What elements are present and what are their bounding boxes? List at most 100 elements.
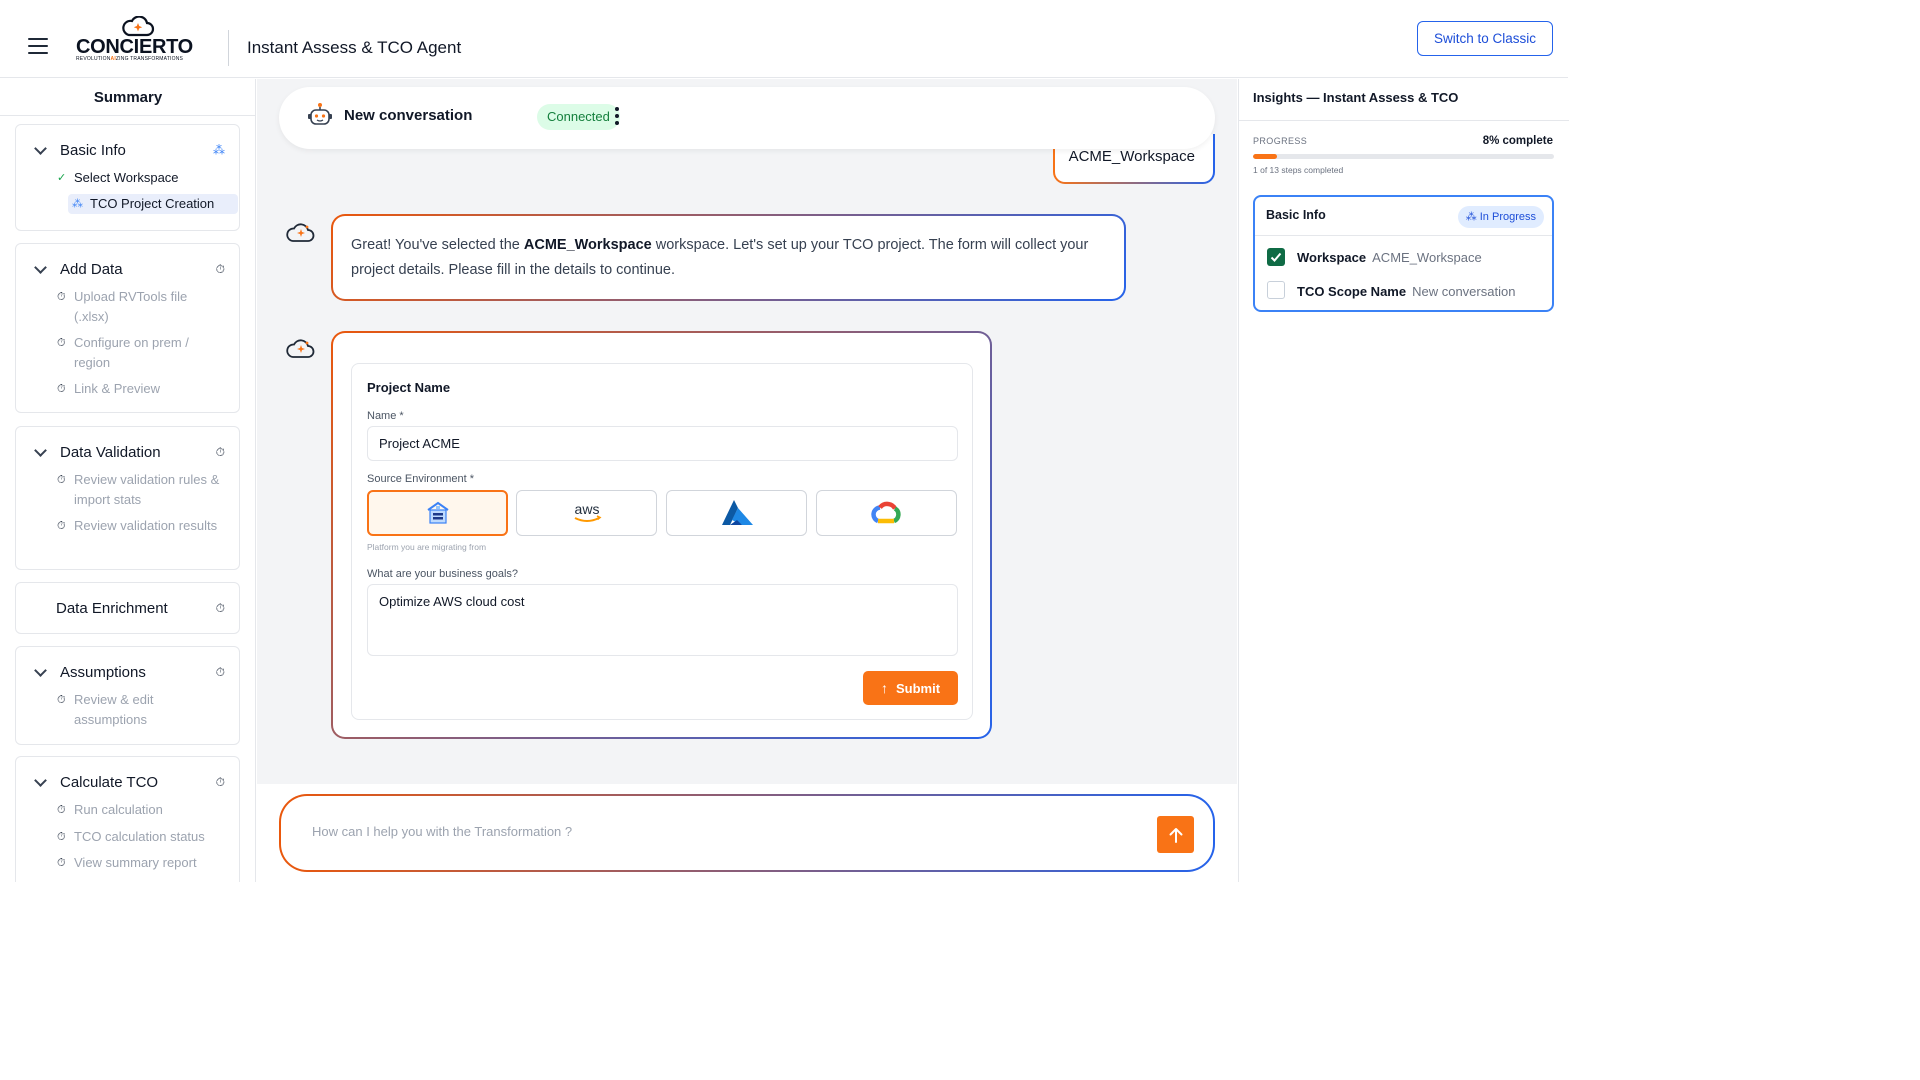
step-link-preview[interactable]: ⏱ Link & Preview — [57, 379, 224, 399]
section-header[interactable]: Calculate TCO ⏱ — [16, 757, 239, 803]
section-data-enrichment: Data Enrichment ⏱ — [15, 582, 240, 634]
switch-to-classic-button[interactable]: Switch to Classic — [1417, 21, 1553, 56]
divider — [0, 115, 255, 116]
robot-icon — [308, 103, 332, 125]
chevron-down-icon — [34, 444, 47, 457]
divider — [1255, 235, 1552, 236]
timer-icon: ⏱ — [215, 262, 225, 276]
send-button[interactable] — [1157, 816, 1194, 853]
section-header[interactable]: Basic Info ⁂ — [16, 125, 239, 171]
env-tile-azure[interactable] — [666, 490, 807, 536]
arrow-up-icon: ↑ — [880, 680, 888, 696]
timer-icon: ⏱ — [57, 804, 66, 816]
timer-icon: ⏱ — [57, 291, 66, 303]
in-progress-badge: ⁂ In Progress — [1457, 206, 1544, 228]
chat-input[interactable] — [312, 824, 1132, 839]
section-title: Add Data — [60, 261, 123, 278]
submit-button[interactable]: ↑ Submit — [863, 671, 958, 705]
name-label: Name * — [367, 410, 404, 422]
step-tco-project-creation[interactable]: ⁂ TCO Project Creation — [68, 194, 238, 214]
project-name-input[interactable] — [367, 426, 958, 461]
timer-icon: ⏱ — [215, 665, 225, 679]
gcp-logo — [870, 501, 901, 524]
section-header[interactable]: Data Validation ⏱ — [16, 427, 239, 473]
source-hint: Platform you are migrating from — [367, 542, 487, 552]
source-environment-label: Source Environment * — [367, 473, 474, 485]
step-review-validation-results[interactable]: ⏱ Review validation results — [57, 516, 224, 536]
chevron-down-icon — [34, 261, 47, 274]
timer-icon: ⏱ — [57, 857, 66, 869]
step-view-summary-report[interactable]: ⏱ View summary report — [57, 853, 224, 873]
step-upload-rvtools[interactable]: ⏱ Upload RVTools file (.xlsx) — [57, 287, 224, 327]
step-review-assumptions[interactable]: ⏱ Review & edit assumptions — [57, 690, 224, 730]
section-header[interactable]: Add Data ⏱ — [16, 244, 239, 290]
concierto-logo[interactable]: CONCIERTO REVOLUTIONAIZING TRANSFORMATIO… — [76, 16, 206, 64]
more-options-icon[interactable] — [615, 107, 619, 125]
submit-label: Submit — [895, 680, 941, 696]
business-goals-label: What are your business goals? — [367, 568, 519, 580]
chevron-down-icon — [34, 664, 47, 677]
divider — [1239, 120, 1569, 121]
timer-icon: ⏱ — [57, 831, 66, 843]
connection-status-badge: Connected — [537, 104, 620, 130]
section-title: Calculate TCO — [60, 774, 159, 791]
checkbox-tco-scope-name[interactable] — [1267, 281, 1285, 299]
ai-form-bubble: Project Name Name * Source Environment *… — [331, 331, 992, 739]
loading-icon: ⁂ — [1465, 211, 1480, 223]
section-header[interactable]: Data Enrichment ⏱ — [16, 583, 239, 629]
arrow-up-icon — [1169, 827, 1182, 843]
hamburger-menu-icon[interactable] — [28, 38, 48, 54]
env-tile-aws[interactable]: aws — [516, 490, 657, 536]
checkbox-workspace[interactable] — [1267, 248, 1285, 266]
step-tco-calculation-status[interactable]: ⏱ TCO calculation status — [57, 827, 224, 847]
progress-label: PROGRESS — [1253, 136, 1308, 146]
step-configure-region[interactable]: ⏱ Configure on prem / region — [57, 333, 224, 373]
section-title: Data Enrichment — [56, 600, 168, 617]
section-title: Assumptions — [60, 664, 146, 681]
header-divider — [228, 30, 229, 66]
timer-icon: ⏱ — [215, 775, 225, 789]
conversation-bar: New conversation Connected — [279, 87, 1215, 149]
section-add-data: Add Data ⏱ ⏱ Upload RVTools file (.xlsx) … — [15, 243, 240, 413]
section-title: Data Validation — [60, 444, 161, 461]
datacenter-icon — [426, 501, 449, 524]
summary-sidebar: Summary Basic Info ⁂ ✓ Select Workspace ⁂… — [0, 79, 256, 882]
azure-logo — [721, 500, 753, 525]
cloud-logo-icon — [122, 16, 155, 37]
chevron-down-icon — [34, 142, 47, 155]
chat-area: New conversation Connected ACME_Workspac… — [257, 79, 1237, 784]
progress-bar-fill — [1253, 154, 1278, 159]
section-data-validation: Data Validation ⏱ ⏱ Review validation rul… — [15, 426, 240, 570]
ai-message-text: Great! You've selected the ACME_Workspac… — [351, 237, 1089, 278]
timer-icon: ⏱ — [57, 474, 66, 486]
step-select-workspace[interactable]: ✓ Select Workspace — [57, 168, 224, 188]
insight-row-tco-scope-name: TCO Scope Name New conversation — [1297, 284, 1516, 299]
insights-title: Insights — Instant Assess & TCO — [1253, 90, 1459, 105]
step-review-validation-rules[interactable]: ⏱ Review validation rules & import stats — [57, 470, 224, 510]
aws-logo: aws — [574, 501, 601, 522]
app-header: CONCIERTO REVOLUTIONAIZING TRANSFORMATIO… — [0, 0, 1568, 78]
ai-assistant-icon — [286, 223, 315, 242]
timer-icon: ⏱ — [215, 445, 225, 459]
ai-message-bubble: Great! You've selected the ACME_Workspac… — [331, 214, 1126, 301]
app-title: Instant Assess & TCO Agent — [247, 38, 462, 57]
timer-icon: ⏱ — [57, 520, 66, 532]
section-basic-info: Basic Info ⁂ ✓ Select Workspace ⁂ TCO Proj… — [15, 124, 240, 231]
progress-steps-text: 1 of 13 steps completed — [1253, 165, 1344, 175]
form-heading: Project Name — [367, 380, 451, 395]
env-tile-on-premises[interactable] — [367, 490, 508, 536]
progress-bar — [1253, 154, 1554, 159]
env-tile-google-cloud[interactable] — [816, 490, 957, 536]
check-icon — [1270, 252, 1282, 262]
check-circle-icon: ✓ — [57, 172, 67, 184]
business-goals-textarea[interactable]: Optimize AWS cloud cost — [367, 584, 958, 656]
section-assumptions: Assumptions ⏱ ⏱ Review & edit assumptions — [15, 646, 240, 745]
section-header[interactable]: Assumptions ⏱ — [16, 647, 239, 693]
prompt-area — [257, 784, 1237, 882]
progress-percent: 8% complete — [1482, 135, 1553, 147]
step-run-calculation[interactable]: ⏱ Run calculation — [57, 800, 224, 820]
insight-card-basic-info: Basic Info ⁂ In Progress Workspace ACME_W… — [1253, 195, 1554, 312]
section-calculate-tco: Calculate TCO ⏱ ⏱ Run calculation ⏱ TCO ca… — [15, 756, 240, 882]
insight-card-title: Basic Info — [1266, 208, 1326, 222]
insights-panel: Insights — Instant Assess & TCO PROGRESS… — [1238, 79, 1569, 882]
